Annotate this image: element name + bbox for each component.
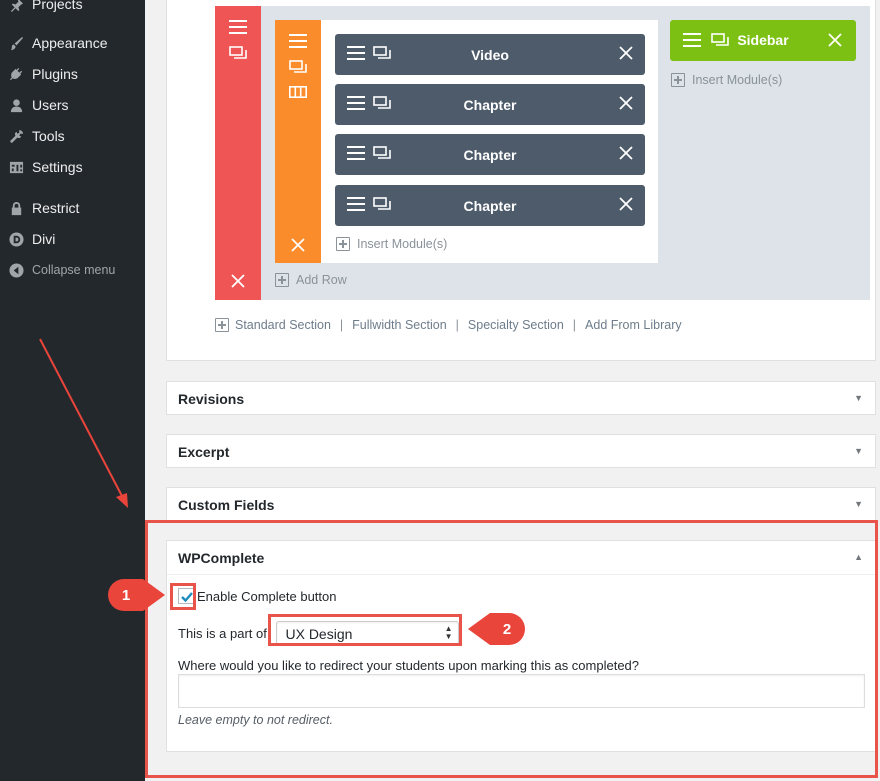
revisions-postbox[interactable]: Revisions ▼ <box>166 381 876 415</box>
menu-item-label: Users <box>32 97 69 113</box>
close-icon[interactable] <box>828 33 842 47</box>
plus-icon <box>275 273 289 287</box>
callout-2: 2 <box>466 612 526 646</box>
add-row-link[interactable]: Add Row <box>275 273 347 287</box>
insert-module-label: Insert Module(s) <box>357 237 448 251</box>
menu-item-label: Appearance <box>32 35 108 51</box>
close-icon[interactable] <box>619 197 633 214</box>
callout-1: 1 <box>107 578 167 612</box>
menu-item-label: Tools <box>32 128 65 144</box>
separator: | <box>455 318 459 332</box>
builder-footer-links: Standard Section | Fullwidth Section | S… <box>215 318 682 332</box>
menu-item-label: Collapse menu <box>32 263 116 277</box>
module-chapter[interactable]: Chapter <box>335 185 645 226</box>
plus-icon <box>671 73 685 87</box>
plugin-icon <box>8 66 24 82</box>
standard-section-link[interactable]: Standard Section <box>235 318 331 332</box>
menu-item-label: Settings <box>32 159 83 175</box>
menu-item-users[interactable]: Users <box>0 93 145 117</box>
insert-module-link[interactable]: Insert Module(s) <box>671 73 782 87</box>
highlight-checkbox <box>170 583 196 610</box>
custom-fields-postbox[interactable]: Custom Fields ▼ <box>166 487 876 521</box>
caret-down-icon[interactable]: ▼ <box>854 499 863 509</box>
users-icon <box>8 97 24 113</box>
admin-sidebar: Projects Appearance Plugins Users Tools … <box>0 0 145 781</box>
callout-number: 2 <box>502 620 512 638</box>
menu-item-tools[interactable]: Tools <box>0 124 145 148</box>
columns-icon[interactable] <box>289 86 307 98</box>
separator: | <box>572 318 577 332</box>
duplicate-icon[interactable] <box>289 60 307 74</box>
row-handle[interactable] <box>275 20 321 263</box>
postbox-title: Excerpt <box>178 444 230 460</box>
module-label: Chapter <box>463 146 517 163</box>
excerpt-postbox[interactable]: Excerpt ▼ <box>166 434 876 468</box>
lock-icon <box>8 200 24 216</box>
close-icon[interactable] <box>619 146 633 163</box>
hamburger-icon[interactable] <box>289 34 307 48</box>
paintbrush-icon <box>8 35 24 51</box>
module-chapter[interactable]: Chapter <box>335 134 645 175</box>
menu-item-label: Restrict <box>32 200 80 216</box>
insert-module-link[interactable]: Insert Module(s) <box>336 237 447 251</box>
separator: | <box>339 318 344 332</box>
menu-item-appearance[interactable]: Appearance <box>0 31 145 55</box>
duplicate-icon[interactable] <box>229 46 247 60</box>
close-icon[interactable] <box>619 96 633 113</box>
section-handle[interactable] <box>215 6 261 300</box>
divi-builder-panel: Video Chapter Chapter Chapter Insert Mod… <box>166 0 876 361</box>
menu-item-restrict[interactable]: Restrict <box>0 196 145 220</box>
menu-item-plugins[interactable]: Plugins <box>0 62 145 86</box>
divi-icon <box>8 231 24 247</box>
wrench-icon <box>8 128 24 144</box>
menu-item-label: Plugins <box>32 66 78 82</box>
postbox-title: Revisions <box>178 391 245 407</box>
module-chapter[interactable]: Chapter <box>335 84 645 125</box>
settings-icon <box>8 159 24 175</box>
close-icon[interactable] <box>231 274 245 288</box>
postbox-title: Custom Fields <box>178 497 275 513</box>
hamburger-icon[interactable] <box>229 20 247 34</box>
module-sidebar[interactable]: Sidebar <box>670 20 856 61</box>
close-icon[interactable] <box>291 238 305 252</box>
module-video[interactable]: Video <box>335 34 645 75</box>
add-from-library-link[interactable]: Add From Library <box>585 318 682 332</box>
callout-number: 1 <box>121 586 131 604</box>
highlight-select <box>268 614 462 646</box>
menu-item-divi[interactable]: Divi <box>0 227 145 251</box>
plus-icon <box>336 237 350 251</box>
collapse-icon <box>8 262 24 278</box>
highlight-wpcomplete-box <box>145 520 878 778</box>
add-row-label: Add Row <box>296 273 347 287</box>
caret-down-icon[interactable]: ▼ <box>854 393 863 403</box>
pin-icon <box>8 0 24 12</box>
collapse-menu-button[interactable]: Collapse menu <box>0 258 145 282</box>
plus-icon <box>215 318 229 332</box>
insert-module-label: Insert Module(s) <box>692 73 783 87</box>
menu-item-label: Divi <box>32 231 56 247</box>
module-label: Chapter <box>463 96 517 113</box>
specialty-section-link[interactable]: Specialty Section <box>468 318 564 332</box>
menu-item-projects[interactable]: Projects <box>0 0 145 16</box>
module-label: Chapter <box>463 197 517 214</box>
fullwidth-section-link[interactable]: Fullwidth Section <box>352 318 447 332</box>
module-label: Video <box>471 46 509 63</box>
caret-down-icon[interactable]: ▼ <box>854 446 863 456</box>
menu-item-settings[interactable]: Settings <box>0 155 145 179</box>
menu-item-label: Projects <box>32 0 83 12</box>
close-icon[interactable] <box>619 46 633 63</box>
